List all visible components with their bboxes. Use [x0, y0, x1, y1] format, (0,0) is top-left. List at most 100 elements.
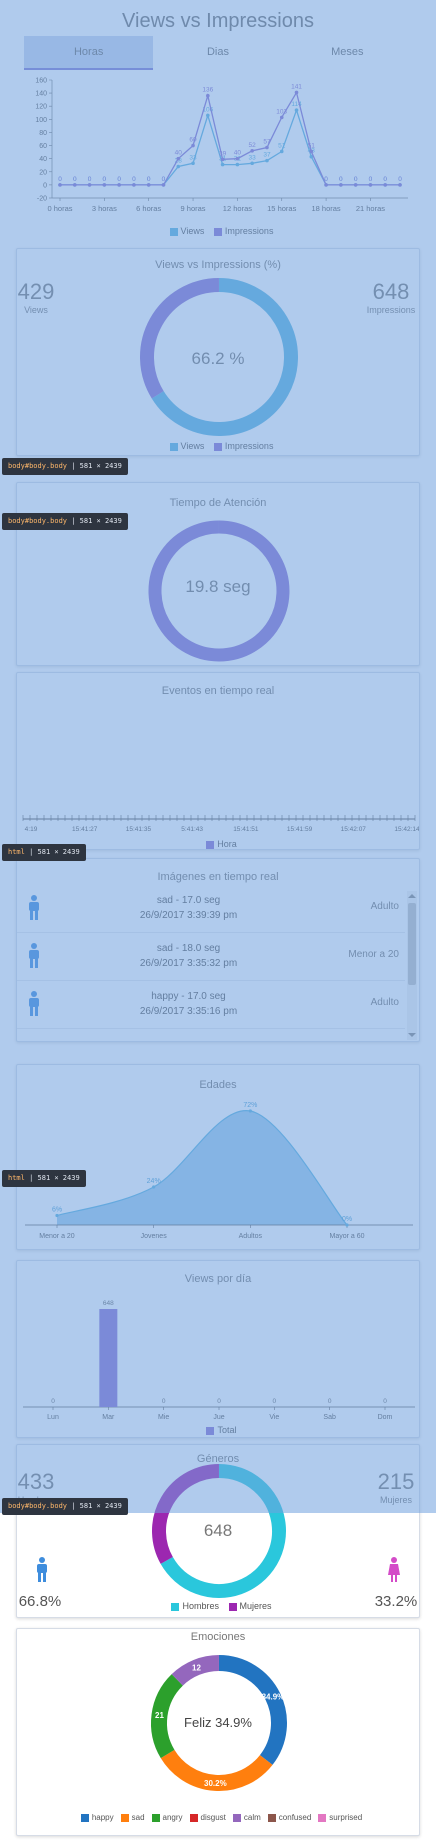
data-point: [152, 1185, 156, 1189]
data-label: 57: [263, 139, 271, 146]
x-tick-label: 15:41:27: [72, 826, 98, 833]
data-label: 0: [73, 176, 77, 183]
legend-swatch-views: [169, 227, 178, 236]
data-point: [191, 143, 195, 148]
data-label: 51: [278, 142, 286, 149]
list-item-text: sad - 18.0 seg 26/9/2017 3:35:32 pm: [62, 941, 315, 971]
legend-swatch-surprised: [318, 1813, 327, 1822]
data-label: 0: [324, 176, 328, 183]
data-label: 0: [162, 176, 166, 183]
person-icon: [29, 895, 39, 920]
data-label: 24%: [147, 1178, 161, 1185]
x-tick-label: Dom: [378, 1414, 393, 1421]
list-item-text: sad - 17.0 seg 26/9/2017 3:39:39 pm: [62, 893, 315, 923]
data-label: 0: [58, 176, 62, 183]
x-tick-label: Mie: [158, 1414, 169, 1421]
realtime-images-list[interactable]: sad - 17.0 seg 26/9/2017 3:39:39 pm Adult…: [17, 885, 419, 1041]
badge-selector: html: [8, 848, 25, 856]
list-item-emotion: sad - 18.0 seg: [156, 943, 221, 954]
person-icon: [29, 991, 39, 1016]
y-tick-label: 80: [39, 130, 47, 137]
legend-swatch-angry: [151, 1813, 160, 1822]
devtools-element-badge: html | 581 × 2439: [2, 1170, 86, 1187]
badge-selector: body#body.body: [8, 517, 68, 525]
list-scrollbar[interactable]: [407, 891, 417, 1040]
x-tick-label: 0 horas: [47, 204, 72, 213]
list-item-time: 26/9/2017 3:35:32 pm: [139, 958, 238, 969]
scroll-down-icon[interactable]: [408, 1032, 416, 1038]
data-point: [398, 183, 402, 187]
data-point: [235, 156, 240, 161]
slice-label: 34.9%: [262, 1693, 285, 1702]
female-icon: [388, 1557, 400, 1582]
realtime-images-card: Imágenes en tiempo real sad - 17.0 seg 26…: [16, 858, 420, 1042]
tab-meses[interactable]: Meses: [283, 36, 412, 70]
x-tick-label: Vie: [269, 1414, 279, 1421]
badge-size: 581 × 2439: [79, 462, 122, 470]
devtools-element-badge: html | 581 × 2439: [2, 844, 86, 861]
weekday-legend: Total: [17, 1425, 419, 1435]
hourly-line-chart: -20 0 20 40 60 80 100 120 140 160 0 horas 3 horas 6 …: [35, 78, 408, 213]
list-item-emotion: sad - 17.0 seg: [156, 895, 221, 906]
data-point: [55, 1213, 59, 1218]
x-tick-label: 6 horas: [136, 204, 161, 213]
legend-swatch-happy: [80, 1813, 89, 1822]
data-label: 0: [339, 176, 343, 183]
scroll-up-icon[interactable]: [408, 893, 416, 899]
badge-selector: body#body.body: [8, 462, 68, 470]
data-label: 52: [249, 142, 257, 149]
legend-swatch-views: [169, 442, 178, 451]
realtime-events-card: Eventos en tiempo real 4:19 15:41:27 15:41…: [16, 672, 420, 850]
list-item-time: 26/9/2017 3:35:16 pm: [139, 1006, 238, 1017]
views-share-title: Views vs Impressions (%): [155, 259, 281, 271]
list-item[interactable]: happy - 17.0 seg 26/9/2017 3:35:16 pm Adu…: [17, 981, 405, 1029]
slice-mujeres: [152, 1464, 220, 1564]
legend-label-views: Views: [180, 226, 205, 236]
legend-swatch-hora: [206, 840, 215, 849]
data-point: [87, 183, 92, 187]
data-label: 0: [273, 1398, 277, 1405]
views-impressions-title: Views vs Impressions: [122, 10, 314, 32]
data-label: 0: [383, 176, 387, 183]
legend-swatch-impressions: [213, 442, 222, 451]
list-item-text: happy - 17.0 seg 26/9/2017 3:35:16 pm: [62, 989, 315, 1019]
data-point: [206, 93, 210, 98]
list-scrollbar-thumb[interactable]: [408, 903, 416, 985]
badge-size: 581 × 2439: [37, 1174, 80, 1182]
legend-label-hombres: Hombres: [182, 1601, 219, 1611]
data-point: [220, 157, 225, 162]
data-label: 72%: [243, 1102, 257, 1109]
views-per-day-bar-chart: 0 Lun 648 Mar 0 Mie 0 Jue 0 Vie 0 Sab 0 Dom: [23, 1300, 415, 1421]
data-point: [265, 145, 269, 150]
x-tick-label: Adultos: [239, 1233, 263, 1240]
x-tick-label: 18 horas: [311, 204, 340, 213]
data-label: 0: [132, 176, 136, 183]
list-item[interactable]: sad - 17.0 seg 26/9/2017 3:39:39 pm Adult…: [17, 885, 405, 933]
x-tick-label: 9 horas: [181, 204, 206, 213]
data-label: 103: [276, 108, 287, 115]
data-point: [279, 115, 284, 120]
x-tick-label: Lun: [47, 1414, 59, 1421]
legend-label-impressions: Impressions: [224, 226, 274, 236]
tab-dias[interactable]: Dias: [153, 36, 282, 70]
legend-swatch-confused: [267, 1813, 276, 1822]
male-icon: [37, 1557, 47, 1582]
legend-label-disgust: disgust: [200, 1813, 226, 1822]
data-label: 0: [51, 1398, 55, 1405]
data-label: 136: [202, 87, 213, 94]
emotions-card: Emociones 34.9% 30.2% 21 12 Feliz 34.9% hap…: [16, 1628, 420, 1836]
y-tick-label: 0: [43, 182, 47, 189]
views-share-center-label: 66.2 %: [191, 349, 245, 368]
views-impressions-card: Views vs Impressions Horas Dias Meses -2…: [16, 2, 420, 242]
data-point: [206, 113, 210, 118]
emotions-center-label: Feliz 34.9%: [184, 1715, 252, 1730]
gender-legend: Hombres Mujeres: [17, 1601, 419, 1611]
badge-size: 581 × 2439: [79, 1502, 122, 1510]
data-label: 6%: [52, 1207, 62, 1214]
legend-label-angry: angry: [162, 1813, 183, 1822]
x-tick-label: Mar: [102, 1414, 115, 1421]
tab-horas[interactable]: Horas: [24, 36, 154, 70]
data-point: [58, 183, 62, 187]
list-item[interactable]: sad - 18.0 seg 26/9/2017 3:35:32 pm Menor…: [17, 933, 405, 981]
views-per-day-card: Views por día 0 Lun 648 Mar 0 Mie 0 Jue 0 Vie 0 Sab…: [16, 1260, 420, 1438]
